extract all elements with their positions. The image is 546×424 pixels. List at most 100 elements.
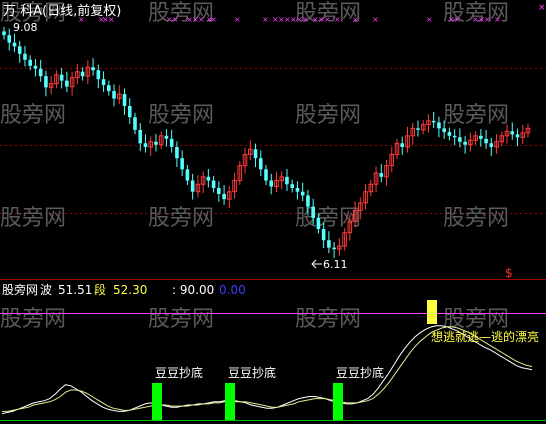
buy-signal-bar — [152, 383, 162, 420]
candle-body — [206, 176, 211, 181]
top-cross-marker: × — [302, 15, 309, 24]
candle-body — [143, 143, 148, 147]
candle-body — [332, 247, 336, 250]
candle-body — [138, 129, 143, 144]
watermark-text: 股旁网 — [443, 307, 509, 332]
watermark-text: 股旁网 — [148, 103, 214, 128]
sell-signal-bar — [427, 300, 437, 324]
candle-body — [44, 76, 48, 88]
candle-body — [122, 94, 127, 106]
candle-body — [327, 240, 331, 248]
candle-body — [431, 120, 436, 123]
candle-body — [463, 141, 467, 145]
segment-value: 52.30 — [113, 283, 147, 297]
candle-body — [133, 117, 137, 130]
sell-signal-label: 想逃就逃—逃的漂亮 — [431, 329, 539, 344]
candle-body — [175, 147, 179, 159]
candle-body — [379, 173, 384, 177]
watermark-text: 股旁网 — [295, 103, 361, 128]
candle-body — [7, 35, 12, 43]
top-cross-marker: × — [172, 15, 179, 24]
watermark-text: 股旁网 — [443, 206, 509, 231]
watermark-text: 股旁网 — [0, 103, 66, 128]
candle-body — [65, 80, 69, 87]
candle-body — [107, 85, 111, 92]
candle-body — [258, 158, 263, 170]
candle-body — [306, 195, 310, 207]
top-cross-marker: × — [454, 15, 461, 24]
candle-body — [479, 135, 483, 139]
buy-signal-bar — [333, 383, 343, 420]
candle-body — [96, 70, 101, 80]
top-cross-marker: × — [262, 15, 269, 24]
chart-title: 万 科A(日线,前复权) — [3, 3, 121, 19]
watermark-text: 股旁网 — [148, 307, 214, 332]
candle-body — [400, 143, 405, 147]
watermark-text: 股旁网 — [0, 206, 66, 231]
buy-signal-label: 豆豆抄底 — [228, 365, 276, 380]
candle-body — [112, 91, 116, 99]
candle-body — [290, 184, 294, 188]
watermark-text: 股旁网 — [295, 307, 361, 332]
candle-body — [489, 143, 494, 147]
candle-body — [321, 229, 326, 241]
candle-body — [316, 217, 321, 229]
watermark-text: 股旁网 — [443, 103, 509, 128]
level-value: : 90.00 — [172, 283, 214, 297]
base-value: 0.00 — [219, 283, 246, 297]
candle-body — [28, 59, 32, 66]
buy-signal-label: 豆豆抄底 — [155, 365, 203, 380]
buy-signal-label: 豆豆抄底 — [336, 365, 384, 380]
indicator-name: 股旁网 — [2, 282, 38, 297]
candle-body — [59, 74, 64, 81]
watermark-text: 股旁网 — [0, 307, 66, 332]
candle-body — [211, 180, 216, 188]
candle-body — [447, 132, 452, 136]
stock-chart: 股旁网 股旁网 股旁网 股旁网股旁网 股旁网 股旁网 股旁网股旁网 股旁网 股旁网 股旁网股旁网股… — [0, 0, 546, 424]
top-cross-marker: × — [234, 15, 241, 24]
top-cross-marker: × — [484, 15, 491, 24]
watermark-text: 股旁网 — [295, 206, 361, 231]
candle-body — [222, 193, 226, 200]
signal-dollar-icon: $ — [505, 266, 513, 280]
candle-body — [458, 137, 462, 142]
watermark-text: 股旁网 — [148, 206, 214, 231]
top-cross-marker: × — [324, 15, 331, 24]
candle-body — [17, 46, 22, 54]
candle-body — [190, 180, 195, 192]
candle-body — [91, 67, 95, 71]
candle-body — [442, 128, 446, 133]
candle-body — [295, 188, 300, 192]
candle-body — [38, 68, 43, 77]
candle-body — [154, 141, 158, 145]
top-cross-marker: × — [210, 15, 217, 24]
candle-body — [164, 135, 169, 139]
top-cross-marker: × — [494, 15, 501, 24]
high-price-label: 9.08 — [13, 21, 38, 34]
candle-body — [169, 138, 174, 147]
candle-body — [180, 158, 184, 170]
candle-body — [253, 149, 258, 159]
candle-body — [510, 131, 515, 135]
candle-body — [437, 122, 441, 129]
top-cross-marker: × — [352, 15, 359, 24]
candle-body — [12, 42, 17, 47]
candle-body — [452, 135, 457, 138]
segment-label: 段 — [94, 282, 106, 297]
candle-body — [185, 169, 190, 181]
candle-body — [101, 79, 106, 86]
candle-body — [300, 191, 305, 196]
candle-body — [217, 188, 221, 194]
wave-label: 波 — [40, 283, 52, 297]
candle-body — [23, 53, 27, 60]
buy-signal-bar — [225, 383, 235, 420]
top-cross-marker: × — [426, 15, 433, 24]
candle-body — [285, 176, 289, 185]
low-price-label: 6.11 — [323, 258, 348, 271]
candle-body — [484, 138, 488, 144]
top-cross-marker: × — [198, 15, 205, 24]
candle-body — [515, 134, 520, 138]
top-cross-marker: × — [538, 3, 546, 13]
candle-body — [127, 106, 132, 118]
candle-body — [264, 169, 268, 181]
